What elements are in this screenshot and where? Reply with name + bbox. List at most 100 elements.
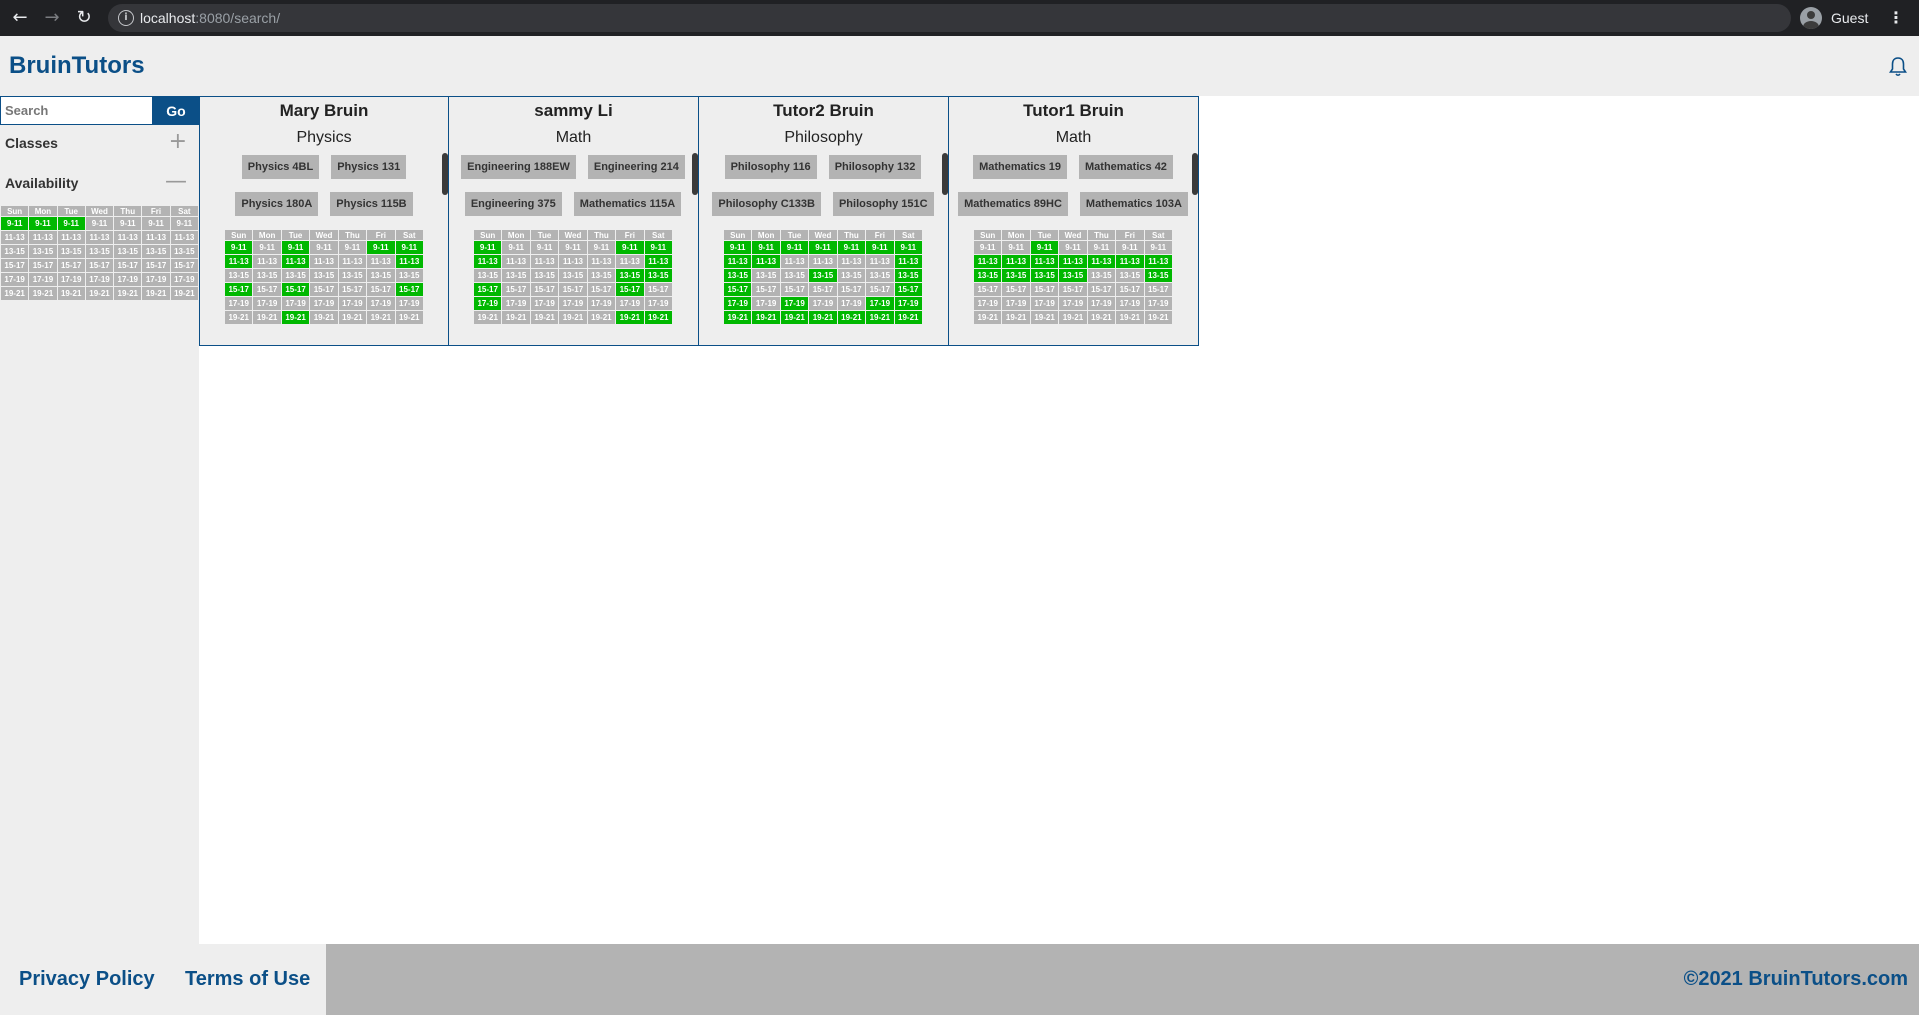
time-slot-cell[interactable]: 15-17 (57, 259, 85, 272)
tutor-card[interactable]: sammy Li Math Engineering 188EW Engineering… (449, 96, 699, 346)
plus-icon[interactable]: + (169, 131, 187, 153)
search-input[interactable] (0, 96, 153, 125)
day-header: Thu (114, 206, 142, 216)
profile-button[interactable]: Guest (1800, 6, 1868, 30)
time-slot-cell[interactable]: 11-13 (142, 231, 170, 244)
time-slot-cell[interactable]: 19-21 (142, 287, 170, 300)
time-slot-cell: 11-13 (724, 255, 752, 268)
time-slot-cell: 11-13 (474, 255, 502, 268)
time-slot-cell: 9-11 (587, 241, 616, 254)
time-slot-cell[interactable]: 11-13 (1, 231, 29, 244)
back-arrow-icon[interactable]: ← (8, 6, 32, 30)
tutor-availability-grid: Sun Mon Tue Wed Thu Fri Sat 9-11 9-11 9-11 9-11 9-1… (973, 229, 1173, 325)
time-slot-cell[interactable]: 17-19 (29, 273, 57, 286)
time-slot-cell[interactable]: 13-15 (57, 245, 85, 258)
time-slot-cell[interactable]: 17-19 (85, 273, 114, 286)
class-list-scrollbar[interactable] (442, 153, 448, 195)
time-slot-cell[interactable]: 15-17 (114, 259, 142, 272)
time-slot-cell[interactable]: 9-11 (114, 217, 142, 230)
time-slot-cell: 13-15 (837, 269, 866, 282)
privacy-policy-link[interactable]: Privacy Policy (19, 968, 155, 991)
time-slot-cell: 19-21 (395, 311, 423, 324)
forward-arrow-icon[interactable]: → (40, 6, 64, 30)
bell-icon[interactable] (1888, 56, 1908, 78)
time-slot-cell[interactable]: 19-21 (29, 287, 57, 300)
class-chip: Physics 180A (235, 192, 319, 216)
time-slot-cell: 17-19 (724, 297, 752, 310)
time-slot-cell: 11-13 (866, 255, 894, 268)
class-chip: Physics 115B (330, 192, 413, 216)
time-slot-cell: 13-15 (225, 269, 253, 282)
time-slot-cell[interactable]: 11-13 (170, 231, 198, 244)
time-slot-cell[interactable]: 13-15 (114, 245, 142, 258)
time-slot-cell: 19-21 (474, 311, 502, 324)
time-slot-cell[interactable]: 15-17 (170, 259, 198, 272)
time-slot-cell[interactable]: 15-17 (142, 259, 170, 272)
availability-filter-grid: Sun Mon Tue Wed Thu Fri Sat 9-11 9-11 9-11 9-11 9-1… (0, 205, 199, 301)
time-slot-cell[interactable]: 17-19 (57, 273, 85, 286)
availability-section-header[interactable]: Availability — (0, 165, 199, 201)
tutor-card[interactable]: Tutor2 Bruin Philosophy Philosophy 116 Phil… (699, 96, 949, 346)
day-header: Sat (395, 230, 423, 240)
time-slot-cell[interactable]: 17-19 (170, 273, 198, 286)
tutor-name: Tutor2 Bruin (773, 101, 874, 120)
go-button[interactable]: Go (153, 96, 199, 125)
brand-logo[interactable]: BruinTutors (9, 52, 145, 80)
time-slot-cell[interactable]: 15-17 (1, 259, 29, 272)
time-slot-cell[interactable]: 11-13 (85, 231, 114, 244)
class-list-scrollbar[interactable] (942, 153, 948, 195)
time-slot-cell: 11-13 (310, 255, 338, 268)
minus-icon[interactable]: — (165, 171, 187, 193)
time-slot-cell: 13-15 (1116, 269, 1144, 282)
time-slot-cell: 19-21 (530, 311, 559, 324)
time-slot-cell: 13-15 (1087, 269, 1116, 282)
time-slot-cell[interactable]: 19-21 (170, 287, 198, 300)
time-slot-cell: 17-19 (974, 297, 1002, 310)
time-slot-cell: 9-11 (1002, 241, 1030, 254)
reload-icon[interactable]: ↻ (72, 6, 96, 30)
time-slot-cell[interactable]: 13-15 (142, 245, 170, 258)
time-slot-cell[interactable]: 13-15 (1, 245, 29, 258)
time-slot-cell[interactable]: 11-13 (57, 231, 85, 244)
time-slot-cell[interactable]: 19-21 (114, 287, 142, 300)
time-slot-cell[interactable]: 15-17 (85, 259, 114, 272)
time-slot-cell[interactable]: 13-15 (170, 245, 198, 258)
time-slot-cell[interactable]: 9-11 (29, 217, 57, 230)
day-header: Sun (974, 230, 1002, 240)
time-slot-cell[interactable]: 15-17 (29, 259, 57, 272)
time-slot-cell[interactable]: 9-11 (85, 217, 114, 230)
tutor-card[interactable]: Tutor1 Bruin Math Mathematics 19 Mathematic… (949, 96, 1199, 346)
time-slot-cell[interactable]: 19-21 (57, 287, 85, 300)
day-header: Fri (1116, 230, 1144, 240)
time-slot-cell[interactable]: 11-13 (114, 231, 142, 244)
time-slot-cell: 9-11 (837, 241, 866, 254)
time-slot-cell: 19-21 (866, 311, 894, 324)
time-slot-cell: 17-19 (587, 297, 616, 310)
class-list-scrollbar[interactable] (1192, 153, 1198, 195)
time-slot-cell: 13-15 (809, 269, 837, 282)
time-slot-cell[interactable]: 19-21 (85, 287, 114, 300)
time-slot-cell[interactable]: 9-11 (170, 217, 198, 230)
time-slot-cell[interactable]: 17-19 (142, 273, 170, 286)
time-slot-cell[interactable]: 17-19 (1, 273, 29, 286)
time-slot-cell: 17-19 (616, 297, 644, 310)
class-list-scrollbar[interactable] (692, 153, 698, 195)
address-bar[interactable]: i localhost:8080/search/ (108, 4, 1791, 32)
day-header: Tue (281, 230, 310, 240)
time-slot-cell[interactable]: 11-13 (29, 231, 57, 244)
time-slot-cell[interactable]: 17-19 (114, 273, 142, 286)
url-text[interactable]: localhost:8080/search/ (140, 10, 280, 26)
day-header: Tue (530, 230, 559, 240)
time-slot-cell[interactable]: 9-11 (142, 217, 170, 230)
time-slot-cell[interactable]: 9-11 (57, 217, 85, 230)
time-slot-cell[interactable]: 9-11 (1, 217, 29, 230)
info-icon[interactable]: i (118, 10, 134, 26)
time-slot-cell: 9-11 (1144, 241, 1172, 254)
time-slot-cell[interactable]: 13-15 (29, 245, 57, 258)
time-slot-cell[interactable]: 19-21 (1, 287, 29, 300)
time-slot-cell[interactable]: 13-15 (85, 245, 114, 258)
tutor-card[interactable]: Mary Bruin Physics Physics 4BL Physics 131 P… (199, 96, 449, 346)
classes-section-header[interactable]: Classes + (0, 125, 199, 161)
terms-of-use-link[interactable]: Terms of Use (185, 968, 310, 991)
more-menu-icon[interactable]: ⋮ (1886, 6, 1906, 30)
